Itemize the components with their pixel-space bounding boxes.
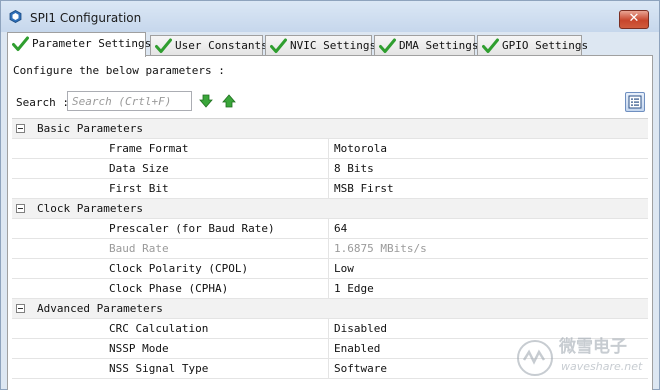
tab-gpio-settings[interactable]: GPIO Settings	[477, 35, 588, 56]
search-input[interactable]	[67, 91, 192, 111]
group-label: Basic Parameters	[37, 122, 143, 135]
param-name: Baud Rate	[109, 242, 169, 255]
param-row[interactable]: Clock Polarity (CPOL) Low	[12, 259, 648, 279]
param-value[interactable]: Low	[334, 262, 354, 275]
param-value[interactable]: Software	[334, 362, 387, 375]
group-label: Clock Parameters	[37, 202, 143, 215]
group-row-basic[interactable]: Basic Parameters	[12, 119, 648, 139]
tab-parameter-settings[interactable]: Parameter Settings	[7, 32, 151, 57]
param-row[interactable]: Prescaler (for Baud Rate) 64	[12, 219, 648, 239]
title-bar: SPI1 Configuration ✕	[1, 1, 659, 32]
param-name: CRC Calculation	[109, 322, 209, 335]
search-label: Search :	[16, 96, 69, 109]
collapse-toggle-icon[interactable]	[16, 304, 25, 313]
tab-dma-settings[interactable]: DMA Settings	[374, 35, 479, 56]
check-icon	[482, 38, 499, 53]
close-button[interactable]: ✕	[619, 10, 649, 29]
param-name: Data Size	[109, 162, 169, 175]
param-name: Clock Polarity (CPOL)	[109, 262, 249, 275]
param-value[interactable]: 64	[334, 222, 347, 235]
list-icon	[628, 95, 642, 109]
app-icon	[9, 10, 22, 23]
collapse-toggle-icon[interactable]	[16, 204, 25, 213]
param-value[interactable]: Enabled	[334, 342, 380, 355]
tab-user-constants[interactable]: User Constants	[150, 35, 268, 56]
param-row[interactable]: Clock Phase (CPHA) 1 Edge	[12, 279, 648, 299]
column-divider	[328, 219, 329, 239]
param-row: Baud Rate 1.6875 MBits/s	[12, 239, 648, 259]
watermark-site: waveshare.net	[561, 360, 643, 373]
check-icon	[155, 38, 172, 53]
param-name: First Bit	[109, 182, 169, 195]
tab-label: User Constants	[175, 39, 268, 52]
column-divider	[328, 239, 329, 259]
tab-nvic-settings[interactable]: NVIC Settings	[265, 35, 376, 56]
param-value[interactable]: Disabled	[334, 322, 387, 335]
watermark-brand: 微雪电子	[558, 336, 627, 357]
param-name: NSS Signal Type	[109, 362, 209, 375]
column-divider	[328, 279, 329, 299]
check-icon	[12, 36, 29, 51]
tab-strip: Parameter Settings User Constants NVIC S…	[7, 32, 653, 57]
group-row-advanced[interactable]: Advanced Parameters	[12, 299, 648, 319]
window-title: SPI1 Configuration	[30, 11, 142, 25]
instruction-text: Configure the below parameters :	[13, 64, 225, 77]
column-divider	[328, 159, 329, 179]
column-divider	[328, 339, 329, 359]
tab-label: GPIO Settings	[502, 39, 589, 52]
param-value[interactable]: 8 Bits	[334, 162, 374, 175]
search-up-arrow-icon[interactable]	[222, 94, 236, 108]
check-icon	[270, 38, 287, 53]
param-value[interactable]: 1 Edge	[334, 282, 374, 295]
param-name: NSSP Mode	[109, 342, 169, 355]
param-value: 1.6875 MBits/s	[334, 242, 427, 255]
column-divider	[328, 139, 329, 159]
check-icon	[379, 38, 396, 53]
group-label: Advanced Parameters	[37, 302, 163, 315]
param-value[interactable]: Motorola	[334, 142, 387, 155]
param-name: Clock Phase (CPHA)	[109, 282, 229, 295]
param-row[interactable]: Frame Format Motorola	[12, 139, 648, 159]
param-row[interactable]: Data Size 8 Bits	[12, 159, 648, 179]
param-name: Prescaler (for Baud Rate)	[109, 222, 275, 235]
tab-label: Parameter Settings	[32, 37, 152, 50]
column-divider	[328, 319, 329, 339]
column-divider	[328, 359, 329, 379]
column-divider	[328, 179, 329, 199]
group-row-clock[interactable]: Clock Parameters	[12, 199, 648, 219]
tab-label: DMA Settings	[399, 39, 479, 52]
search-down-arrow-icon[interactable]	[199, 94, 213, 108]
spi1-configuration-window: SPI1 Configuration ✕ Parameter Settings …	[0, 0, 660, 390]
param-row[interactable]: First Bit MSB First	[12, 179, 648, 199]
column-divider	[328, 259, 329, 279]
tab-label: NVIC Settings	[290, 39, 377, 52]
list-view-button[interactable]	[625, 92, 645, 112]
waveshare-watermark: 微雪电子 waveshare.net	[517, 336, 643, 376]
param-value[interactable]: MSB First	[334, 182, 394, 195]
collapse-toggle-icon[interactable]	[16, 124, 25, 133]
param-name: Frame Format	[109, 142, 189, 155]
